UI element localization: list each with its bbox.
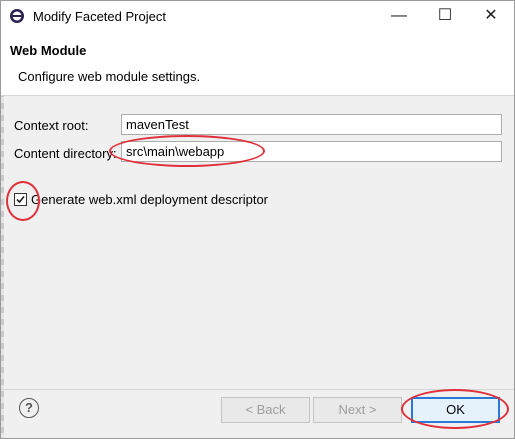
maximize-button[interactable]: ☐ — [422, 1, 468, 31]
eclipse-app-icon — [10, 9, 24, 23]
context-root-input[interactable] — [121, 114, 502, 135]
page-description: Configure web module settings. — [18, 69, 201, 84]
context-root-label: Context root: — [14, 118, 89, 133]
content-directory-label: Content directory: — [14, 146, 117, 161]
content-directory-input[interactable] — [121, 141, 502, 162]
title-bar: Modify Faceted Project — ☐ ✕ — [1, 1, 514, 31]
page-title: Web Module — [10, 43, 87, 58]
footer-separator — [1, 389, 514, 390]
back-button[interactable]: < Back — [221, 397, 310, 423]
dialog-window: Modify Faceted Project — ☐ ✕ Web Module … — [0, 0, 515, 439]
minimize-button[interactable]: — — [376, 1, 422, 31]
close-button[interactable]: ✕ — [468, 1, 514, 31]
checkmark-icon — [16, 195, 25, 204]
window-title: Modify Faceted Project — [33, 9, 166, 24]
ok-button[interactable]: OK — [411, 397, 500, 423]
wizard-header: Web Module Configure web module settings… — [1, 31, 514, 96]
generate-descriptor-checkbox[interactable] — [14, 193, 27, 206]
next-button[interactable]: Next > — [313, 397, 402, 423]
help-icon[interactable]: ? — [19, 398, 39, 418]
generate-descriptor-label[interactable]: Generate web.xml deployment descriptor — [31, 192, 268, 207]
